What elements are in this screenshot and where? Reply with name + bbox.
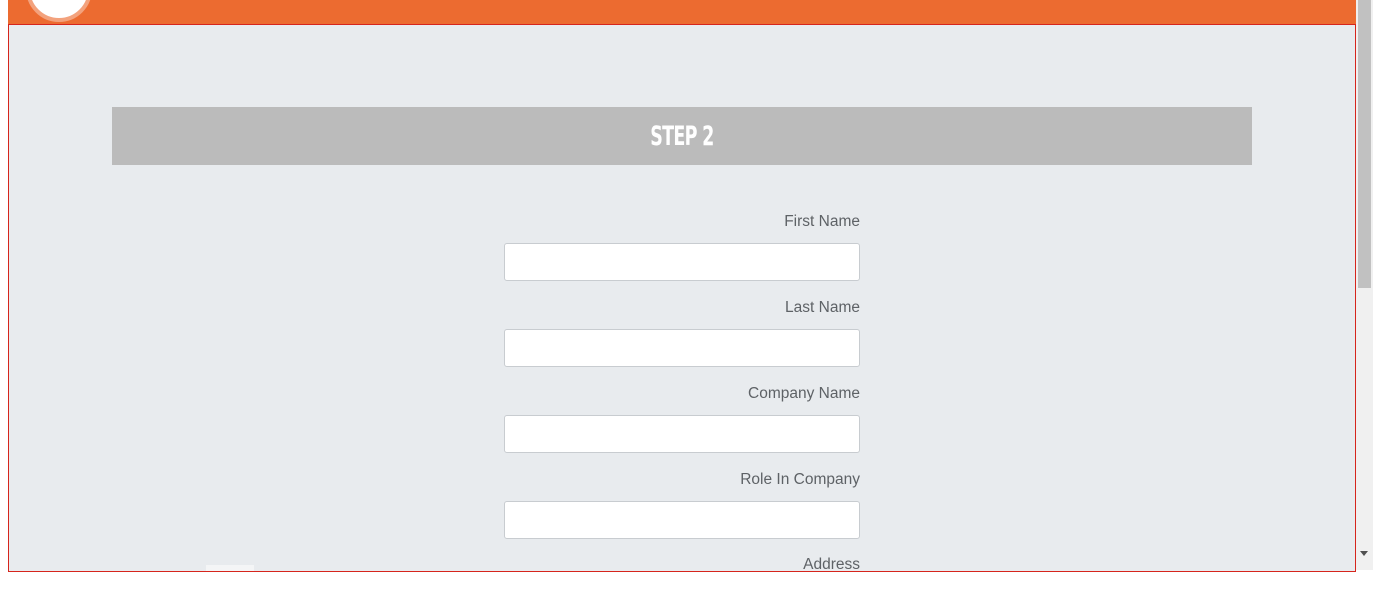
last-name-label: Last Name [785,299,860,316]
scrollbar-thumb[interactable] [1358,0,1371,288]
vertical-scrollbar[interactable] [1356,0,1373,570]
step-title: STEP 2 [650,120,714,152]
company-name-label: Company Name [748,385,860,402]
signup-form-frame: STEP 2 First Name Last Name Company Name… [8,24,1356,572]
first-name-input[interactable] [504,243,860,281]
role-in-company-label: Role In Company [740,471,860,488]
scroll-down-arrow-icon[interactable] [1360,551,1368,556]
address-label: Address [803,556,860,572]
top-bar [8,0,1356,24]
company-name-input[interactable] [504,415,860,453]
first-name-label: First Name [784,213,860,230]
last-name-input[interactable] [504,329,860,367]
role-in-company-input[interactable] [504,501,860,539]
logo-icon[interactable] [26,0,92,22]
cut-off-element [206,565,254,571]
step-header: STEP 2 [112,107,1252,165]
